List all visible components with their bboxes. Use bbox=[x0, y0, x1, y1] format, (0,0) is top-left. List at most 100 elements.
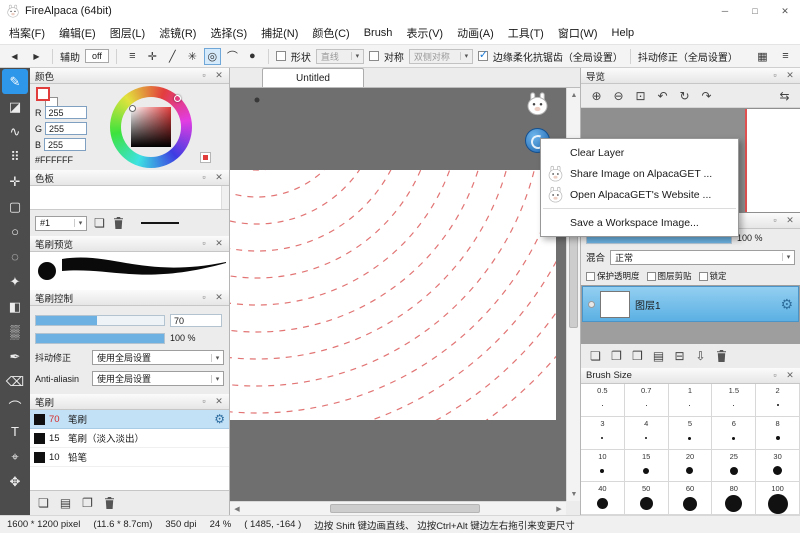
smudge-tool[interactable]: ∿ bbox=[2, 119, 28, 144]
canvas-drawing[interactable] bbox=[230, 88, 566, 501]
scroll-up-icon[interactable]: ▲ bbox=[567, 88, 581, 102]
duplicate-layer-icon[interactable]: ❐ bbox=[610, 348, 623, 364]
canvas-viewport[interactable] bbox=[230, 88, 566, 501]
flip-icon[interactable]: ⇆ bbox=[778, 88, 791, 104]
menu-item-3[interactable]: 滤镜(R) bbox=[152, 22, 203, 44]
duplicate-brush-icon[interactable]: ❐ bbox=[81, 495, 94, 511]
zoom-out-icon[interactable]: ⊖ bbox=[612, 88, 625, 104]
menu-item-4[interactable]: 选择(S) bbox=[203, 22, 254, 44]
move-tool[interactable]: ✛ bbox=[2, 169, 28, 194]
brush-dot-icon[interactable]: ● bbox=[244, 48, 261, 65]
close-panel-icon[interactable]: ✕ bbox=[785, 215, 795, 226]
eraser-tool[interactable]: ◪ bbox=[2, 94, 28, 119]
b-value-field[interactable]: 255 bbox=[44, 138, 86, 151]
float-panel-icon[interactable]: ▫ bbox=[199, 292, 209, 303]
snap-radial-icon[interactable]: ✳ bbox=[184, 48, 201, 65]
menu-item-9[interactable]: 动画(A) bbox=[450, 22, 501, 44]
toolbar-grid-icon[interactable]: ▦ bbox=[754, 48, 771, 65]
brush-size-option[interactable]: 6 bbox=[712, 417, 756, 450]
hand-tool[interactable]: ✥ bbox=[2, 469, 28, 494]
delete-brush-icon[interactable] bbox=[103, 495, 116, 511]
brush-list-item[interactable]: 70笔刷⚙ bbox=[30, 410, 229, 429]
foreground-color-swatch[interactable] bbox=[36, 87, 50, 101]
blend-mode-select[interactable]: 正常 ▾ bbox=[610, 250, 795, 265]
brush-size-option[interactable]: 1.5 bbox=[712, 384, 756, 417]
select-rect-tool[interactable]: ▢ bbox=[2, 194, 28, 219]
menu-item-7[interactable]: Brush bbox=[357, 24, 400, 42]
menu-item-8[interactable]: 表示(V) bbox=[399, 22, 450, 44]
color-mode-toggle-icon[interactable] bbox=[200, 152, 211, 163]
snap-cross-icon[interactable]: ✛ bbox=[144, 48, 161, 65]
close-panel-icon[interactable]: ✕ bbox=[785, 70, 795, 81]
zoom-in-icon[interactable]: ⊕ bbox=[590, 88, 603, 104]
float-panel-icon[interactable]: ▫ bbox=[199, 172, 209, 183]
alpaca-mascot-button[interactable] bbox=[525, 91, 550, 116]
brush-size-value-field[interactable]: 70 bbox=[170, 314, 222, 327]
bucket-tool[interactable]: ◧ bbox=[2, 294, 28, 319]
magic-wand-tool[interactable]: ✦ bbox=[2, 269, 28, 294]
rotate-reset-icon[interactable]: ↻ bbox=[678, 88, 691, 104]
select-pen-tool[interactable]: ✒ bbox=[2, 344, 28, 369]
saturation-value-square[interactable] bbox=[131, 107, 171, 147]
curve-tool[interactable]: ⌒ bbox=[2, 394, 28, 419]
snap-parallel-icon[interactable]: ≡ bbox=[124, 48, 141, 65]
close-panel-icon[interactable]: ✕ bbox=[214, 292, 224, 303]
context-menu-item[interactable]: Open AlpacaGET's Website ... bbox=[541, 184, 738, 205]
g-value-field[interactable]: 255 bbox=[45, 122, 87, 135]
color-wheel[interactable] bbox=[110, 86, 192, 168]
brush-size-option[interactable]: 2 bbox=[756, 384, 800, 417]
brush-list-item[interactable]: 15笔刷（淡入淡出） bbox=[30, 429, 229, 448]
maximize-icon[interactable]: □ bbox=[740, 0, 770, 22]
brush-folder-icon[interactable]: ▤ bbox=[59, 495, 72, 511]
shape-checkbox[interactable] bbox=[276, 51, 286, 61]
gradient-tool[interactable]: ▒ bbox=[2, 319, 28, 344]
layer-row[interactable]: 图层1 ⚙ bbox=[582, 286, 799, 322]
toolbar-menu-icon[interactable]: ≡ bbox=[777, 48, 794, 65]
minimize-icon[interactable]: ─ bbox=[710, 0, 740, 22]
close-panel-icon[interactable]: ✕ bbox=[214, 70, 224, 81]
gear-icon[interactable]: ⚙ bbox=[780, 296, 793, 313]
scroll-left-icon[interactable]: ◀ bbox=[230, 502, 244, 516]
menu-item-2[interactable]: 图层(L) bbox=[103, 22, 152, 44]
zoom-fit-icon[interactable]: ⊡ bbox=[634, 88, 647, 104]
brush-size-option[interactable]: 0.7 bbox=[625, 384, 669, 417]
brush-size-option[interactable]: 100 bbox=[756, 482, 800, 515]
add-palette-color-icon[interactable]: ❏ bbox=[93, 215, 106, 231]
float-panel-icon[interactable]: ▫ bbox=[770, 215, 780, 226]
context-menu-item[interactable]: Save a Workspace Image... bbox=[541, 212, 738, 233]
brush-list-item[interactable]: 10铅笔 bbox=[30, 448, 229, 467]
context-menu-item[interactable]: Share Image on AlpacaGET ... bbox=[541, 163, 738, 184]
lock-checkbox[interactable] bbox=[699, 272, 708, 281]
float-panel-icon[interactable]: ▫ bbox=[199, 396, 209, 407]
snap-curve-icon[interactable]: ⌒ bbox=[224, 48, 241, 65]
antialias-checkbox[interactable]: ✓ bbox=[478, 51, 488, 61]
antialias-select[interactable]: 使用全局设置 ▾ bbox=[92, 371, 224, 386]
palette-slot-select[interactable]: #1 ▾ bbox=[35, 216, 87, 231]
sv-selector[interactable] bbox=[129, 105, 136, 112]
brush-opacity-slider[interactable] bbox=[35, 333, 165, 344]
eyedropper-tool[interactable]: ⌖ bbox=[2, 444, 28, 469]
snap-concentric-icon[interactable]: ◎ bbox=[204, 48, 221, 65]
rotate-right-icon[interactable]: ↷ bbox=[700, 88, 713, 104]
stabilizer-select[interactable]: 使用全局设置 ▾ bbox=[92, 350, 224, 365]
brush-size-option[interactable]: 0.5 bbox=[581, 384, 625, 417]
symmetry-select[interactable]: 双侧对称 ▾ bbox=[409, 49, 473, 64]
menu-item-11[interactable]: 窗口(W) bbox=[551, 22, 605, 44]
select-ellipse-tool[interactable]: ○ bbox=[2, 219, 28, 244]
menu-item-1[interactable]: 编辑(E) bbox=[52, 22, 103, 44]
rotate-left-icon[interactable]: ↶ bbox=[656, 88, 669, 104]
brush-size-option[interactable]: 15 bbox=[625, 450, 669, 483]
symmetry-checkbox[interactable] bbox=[369, 51, 379, 61]
r-value-field[interactable]: 255 bbox=[45, 106, 87, 119]
clipping-checkbox[interactable] bbox=[647, 272, 656, 281]
flatten-layer-icon[interactable]: ⇩ bbox=[694, 348, 707, 364]
brush-size-option[interactable]: 40 bbox=[581, 482, 625, 515]
palette-scrollbar[interactable] bbox=[221, 186, 229, 209]
brush-size-option[interactable]: 25 bbox=[712, 450, 756, 483]
gear-icon[interactable]: ⚙ bbox=[214, 412, 225, 426]
menu-item-10[interactable]: 工具(T) bbox=[501, 22, 551, 44]
merge-layer-icon[interactable]: ⊟ bbox=[673, 348, 686, 364]
brush-size-option[interactable]: 5 bbox=[669, 417, 713, 450]
close-panel-icon[interactable]: ✕ bbox=[214, 396, 224, 407]
add-brush-icon[interactable]: ❏ bbox=[37, 495, 50, 511]
